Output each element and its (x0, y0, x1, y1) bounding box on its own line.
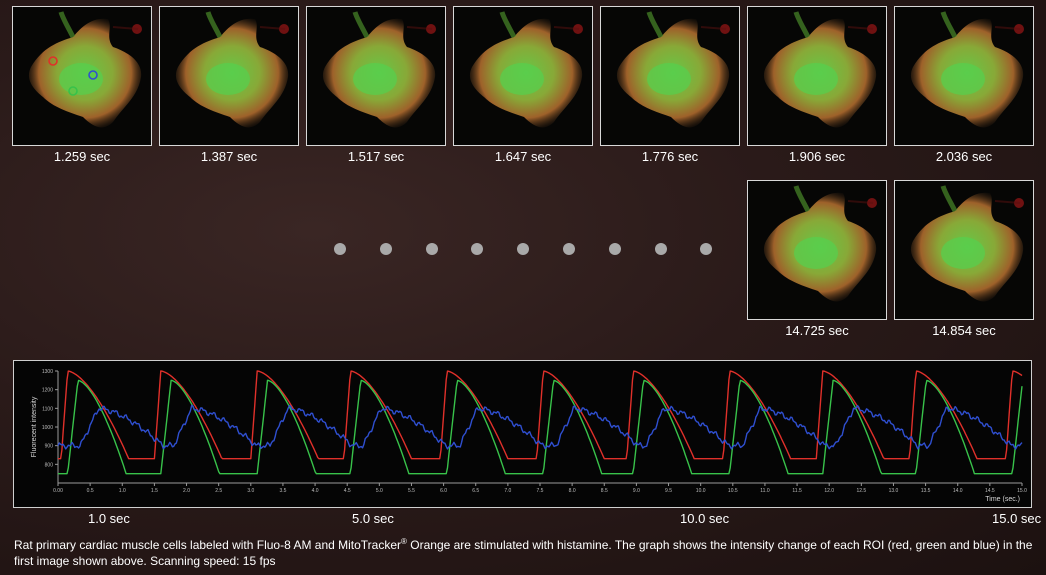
series-line-green (58, 379, 1023, 475)
ellipsis-dot (379, 243, 392, 255)
x-tick-label: 11.5 (792, 488, 802, 494)
x-tick-label: 1.5 (151, 488, 158, 494)
y-tick-label: 1000 (42, 425, 53, 431)
ellipsis-dot (654, 243, 667, 255)
x-tick-label: 7.0 (504, 488, 511, 494)
x-tick-label: 1.0 (119, 488, 126, 494)
frame-time-label: 1.517 sec (347, 149, 405, 164)
big-tick-label: 1.0 sec (88, 511, 130, 526)
x-tick-label: 2.0 (183, 488, 190, 494)
x-tick-label: 15.0 (1017, 488, 1027, 494)
x-tick-label: 6.5 (472, 488, 479, 494)
ellipsis-dot (608, 243, 621, 255)
x-tick-label: 2.5 (215, 488, 222, 494)
x-tick-label: 14.5 (985, 488, 995, 494)
figure-caption: Rat primary cardiac muscle cells labeled… (14, 534, 1039, 569)
y-tick-label: 900 (45, 444, 54, 450)
x-tick-label: 8.5 (601, 488, 608, 494)
frame-time-label: 1.387 sec (200, 149, 258, 164)
cell-image-frame (159, 6, 299, 146)
cell-image-frame (747, 180, 887, 320)
y-tick-label: 800 (45, 462, 54, 468)
frame-time-label: 1.647 sec (494, 149, 552, 164)
ellipsis-dot (700, 243, 713, 255)
x-tick-label: 9.0 (633, 488, 640, 494)
frame-time-label: 14.725 sec (785, 323, 849, 338)
y-tick-label: 1100 (42, 406, 53, 412)
intensity-chart: 800 900 1000 1100 1200 1300 0.00 0.5 1.0 1.5 2.0 2.… (13, 360, 1032, 508)
chart-svg: 800 900 1000 1100 1200 1300 0.00 0.5 1.0 1.5 2.0 2.… (31, 369, 1027, 503)
x-tick-label: 0.00 (53, 488, 63, 494)
x-tick-label: 13.5 (921, 488, 931, 494)
x-tick-label: 4.5 (344, 488, 351, 494)
big-tick-label: 10.0 sec (680, 511, 730, 526)
x-tick-label: 6.0 (440, 488, 447, 494)
x-tick-label: 3.0 (247, 488, 254, 494)
frame-time-label: 1.259 sec (53, 149, 111, 164)
cell-image-frame (600, 6, 740, 146)
frame-time-label: 1.906 sec (788, 149, 846, 164)
ellipsis-dot (563, 243, 575, 255)
x-tick-label: 4.0 (312, 488, 319, 494)
cell-image-frame (12, 6, 152, 146)
x-tick-label: 7.5 (537, 488, 544, 494)
ellipsis-dot (425, 243, 438, 255)
cell-image-frame (894, 6, 1034, 146)
ellipsis-dot (517, 243, 530, 255)
frame-time-label: 14.854 sec (932, 323, 996, 338)
x-tick-label: 3.5 (279, 488, 286, 494)
cell-image-frame (306, 6, 446, 146)
x-tick-label: 12.0 (824, 488, 834, 494)
x-tick-label: 9.5 (665, 488, 672, 494)
x-tick-label: 11.0 (760, 488, 770, 494)
cell-image-frame (747, 6, 887, 146)
y-tick-label: 1300 (42, 369, 53, 375)
frame-time-label: 1.776 sec (641, 149, 699, 164)
x-tick-label: 10.0 (696, 488, 706, 494)
x-tick-label: 14.0 (953, 488, 963, 494)
y-axis-label: Fluorecent intensity (31, 396, 38, 457)
big-tick-label: 5.0 sec (352, 511, 394, 526)
x-tick-label: 5.0 (376, 488, 383, 494)
ellipsis-dot (471, 243, 484, 255)
y-tick-label: 1200 (42, 388, 53, 394)
x-tick-label: 10.5 (728, 488, 738, 494)
series-line-red (58, 370, 1023, 460)
cell-image-frame (453, 6, 593, 146)
x-tick-label: 12.5 (856, 488, 866, 494)
x-tick-label: 5.5 (408, 488, 415, 494)
x-tick-label: 0.5 (87, 488, 94, 494)
cell-image-frame (894, 180, 1034, 320)
big-tick-label: 15.0 sec (992, 511, 1042, 526)
ellipsis-dot (334, 243, 346, 255)
x-axis-label: Time (sec.) (985, 496, 1020, 503)
caption-text: Rat primary cardiac muscle cells labeled… (14, 538, 402, 552)
x-tick-label: 8.0 (569, 488, 576, 494)
x-tick-label: 13.0 (889, 488, 899, 494)
frame-time-label: 2.036 sec (935, 149, 993, 164)
